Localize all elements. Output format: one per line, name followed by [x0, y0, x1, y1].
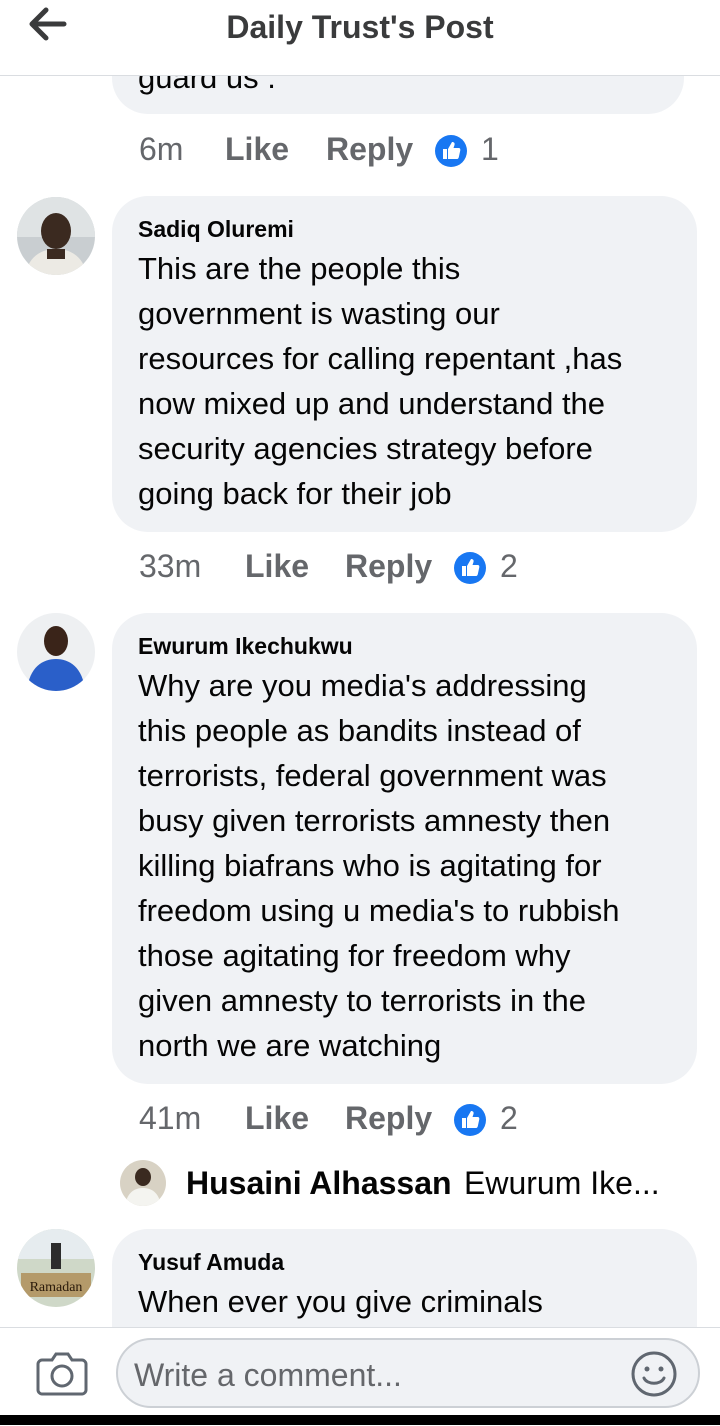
commenter-name[interactable]: Sadiq Oluremi: [138, 216, 294, 243]
comment-line: killing biafrans who is agitating for: [138, 848, 602, 883]
avatar[interactable]: Ramadan: [17, 1229, 95, 1307]
profile-photo-icon: Ramadan: [17, 1229, 95, 1307]
like-button[interactable]: Like: [245, 1100, 309, 1137]
commenter-name[interactable]: Yusuf Amuda: [138, 1249, 284, 1276]
comment-actions: 33m Like Reply 2: [139, 548, 579, 588]
profile-photo-icon: [17, 613, 95, 691]
comment-line: Why are you media's addressing: [138, 668, 587, 703]
comment-line: this people as bandits instead of: [138, 713, 581, 748]
avatar[interactable]: [17, 197, 95, 275]
comment-line: government is wasting our: [138, 296, 500, 331]
reply-button[interactable]: Reply: [326, 131, 413, 168]
commenter-name[interactable]: Ewurum Ikechukwu: [138, 633, 353, 660]
comment-text: When ever you give criminals: [138, 1279, 543, 1324]
avatar-caption: Ramadan: [30, 1280, 83, 1295]
comment-input-container: [116, 1338, 700, 1408]
profile-photo-icon: [17, 197, 95, 275]
like-reaction-icon: [435, 135, 467, 167]
reply-author-name: Husaini Alhassan: [186, 1165, 452, 1201]
top-bar: Daily Trust's Post: [0, 0, 720, 76]
comment-line: This are the people this: [138, 251, 461, 286]
comment-text: This are the people this government is w…: [138, 246, 622, 516]
comment-time: 41m: [139, 1100, 202, 1136]
reply-text: Ewurum Ike...: [464, 1165, 660, 1201]
comment-bubble: Sadiq Oluremi This are the people this g…: [112, 196, 697, 532]
comment-input[interactable]: [132, 1352, 616, 1398]
comment-line: security agencies strategy before: [138, 431, 593, 466]
reply-button[interactable]: Reply: [345, 548, 432, 585]
like-button[interactable]: Like: [225, 131, 289, 168]
avatar[interactable]: [17, 613, 95, 691]
comment-line: busy given terrorists amnesty then: [138, 803, 611, 838]
comment-actions: 41m Like Reply 2: [139, 1100, 579, 1140]
like-reaction-icon: [454, 552, 486, 584]
comment-line: given amnesty to terrorists in the: [138, 983, 586, 1018]
reaction-count: 2: [500, 1100, 518, 1136]
like-button[interactable]: Like: [245, 548, 309, 585]
comment-time: 33m: [139, 548, 202, 584]
reaction-count: 2: [500, 548, 518, 584]
comment-line: now mixed up and understand the: [138, 386, 606, 421]
reply-preview[interactable]: Husaini Alhassan Ewurum Ike...: [120, 1158, 680, 1208]
page-title: Daily Trust's Post: [226, 9, 494, 45]
comment-line: terrorists, federal government was: [138, 758, 607, 793]
comment-bubble: Ewurum Ikechukwu Why are you media's add…: [112, 613, 697, 1084]
comment-line: going back for their job: [138, 476, 452, 511]
comment-line: those agitating for freedom why: [138, 938, 571, 973]
like-reaction-icon: [454, 1104, 486, 1136]
system-nav-bar: [0, 1415, 720, 1425]
comment-text: Why are you media's addressing this peop…: [138, 663, 620, 1068]
emoji-icon[interactable]: [630, 1350, 678, 1398]
comment-time: 6m: [139, 131, 184, 167]
reaction-count: 1: [481, 131, 499, 167]
reply-avatar: [120, 1160, 166, 1206]
comment-line: freedom using u media's to rubbish: [138, 893, 620, 928]
comment-actions: 6m Like Reply 1: [139, 131, 559, 171]
comment-line: resources for calling repentant ,has: [138, 341, 623, 376]
profile-photo-icon: [120, 1160, 166, 1206]
comment-composer: [0, 1327, 720, 1426]
camera-icon[interactable]: [36, 1350, 88, 1396]
reply-button[interactable]: Reply: [345, 1100, 432, 1137]
comment-line: north we are watching: [138, 1028, 442, 1063]
comment-line: When ever you give criminals: [138, 1284, 543, 1319]
